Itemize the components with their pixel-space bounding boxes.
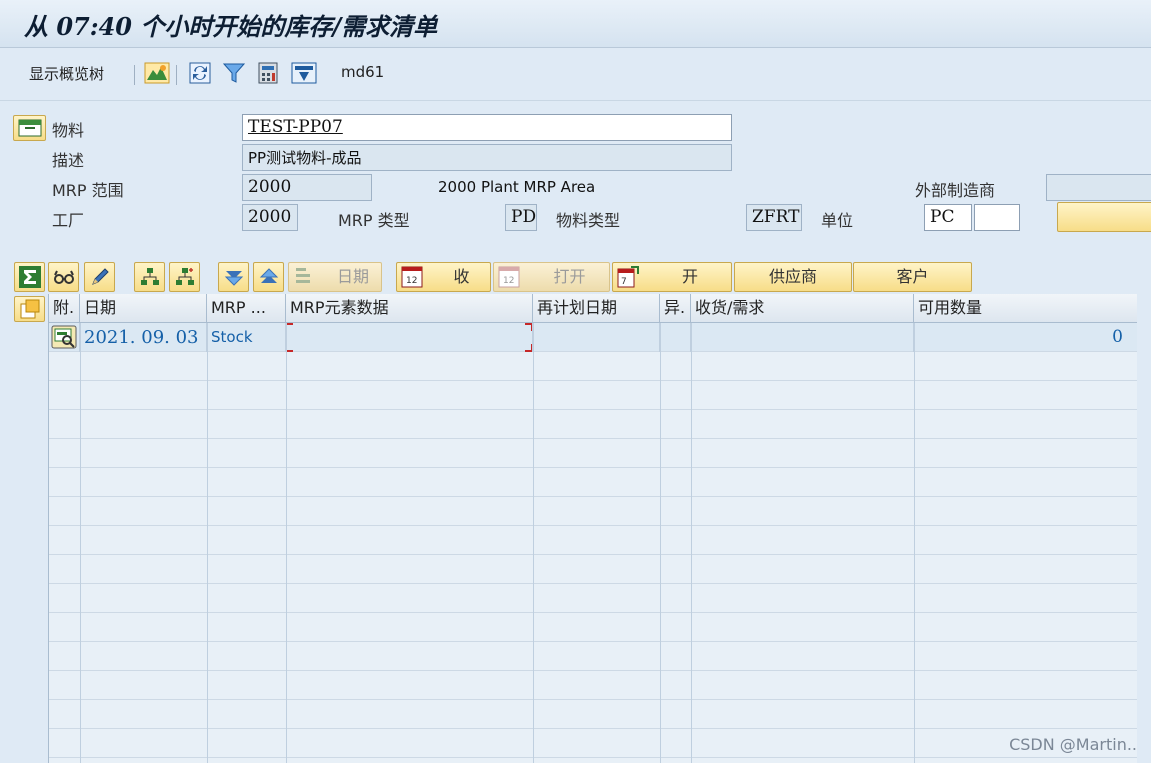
table-row [49, 671, 1137, 700]
material-type-field: ZFRT [746, 204, 802, 231]
table-row [49, 410, 1137, 439]
date-button[interactable]: 日期 [288, 262, 382, 292]
mrp-area-label: MRP 范围 [52, 181, 124, 200]
table-row [49, 468, 1137, 497]
open-disabled-button[interactable]: 12 打开 [493, 262, 610, 292]
column-divider [207, 323, 208, 763]
column-divider [533, 323, 534, 763]
plant-label: 工厂 [52, 211, 85, 230]
row-date: 2021. 09. 03 [80, 323, 207, 352]
header-extra-button[interactable] [1057, 202, 1151, 232]
detail-view-icon [51, 325, 77, 349]
vendor-button[interactable]: 供应商 [734, 262, 852, 292]
table-row [49, 555, 1137, 584]
overview-tree-button[interactable]: 显示概览树 [29, 63, 104, 84]
focus-indicator [286, 323, 532, 352]
row-mrp-element: Stock [207, 323, 286, 352]
table-row [49, 700, 1137, 729]
collapse-tree-icon[interactable] [169, 262, 200, 292]
column-divider [691, 323, 692, 763]
open-button-label: 开 [681, 267, 698, 286]
grid-config-button[interactable] [14, 296, 45, 322]
unit-field: PC [924, 204, 972, 231]
column-divider [660, 323, 661, 763]
unit-label: 单位 [821, 211, 854, 230]
table-row[interactable]: 2021. 09. 03 Stock 0 [49, 323, 1137, 352]
col-available-qty[interactable]: 可用数量 [914, 294, 1137, 323]
mrp-area-text: 2000 Plant MRP Area [438, 178, 596, 196]
col-exception[interactable]: 异. [660, 294, 691, 323]
refresh-icon[interactable] [188, 61, 212, 85]
row-element-data[interactable] [286, 323, 533, 352]
table-row [49, 584, 1137, 613]
sort-ascending-icon[interactable] [253, 262, 284, 292]
mrp-area-field: 2000 [242, 174, 372, 201]
vendor-button-label: 供应商 [768, 267, 817, 286]
plant-field: 2000 [242, 204, 298, 231]
col-receipt-requirement[interactable]: 收货/需求 [691, 294, 914, 323]
row-exception [660, 323, 691, 352]
sum-button[interactable] [14, 262, 45, 292]
material-field[interactable]: TEST-PP07 [242, 114, 732, 141]
table-row [49, 352, 1137, 381]
table-row [49, 642, 1137, 671]
expand-tree-icon[interactable] [134, 262, 165, 292]
customer-button-label: 客户 [896, 267, 929, 286]
table-row [49, 613, 1137, 642]
col-mrp-element[interactable]: MRP ... [207, 294, 286, 323]
grid-header: 附. 日期 MRP ... MRP元素数据 再计划日期 异. 收货/需求 可用数… [49, 294, 1137, 323]
toolbar-separator [134, 65, 135, 85]
external-manufacturer-field [1046, 174, 1151, 201]
col-reschedule-date[interactable]: 再计划日期 [533, 294, 660, 323]
pencil-icon[interactable] [84, 262, 115, 292]
row-detail-cell[interactable] [49, 323, 80, 352]
external-manufacturer-label: 外部制造商 [915, 181, 996, 200]
unit-extra-field [974, 204, 1020, 231]
transfer-icon[interactable] [291, 61, 317, 85]
calculator-icon[interactable] [256, 61, 280, 85]
open-disabled-button-label: 打开 [553, 267, 586, 286]
svg-text:7: 7 [621, 277, 627, 287]
table-row [49, 439, 1137, 468]
description-field: PP测试物料-成品 [242, 144, 732, 171]
customer-button[interactable]: 客户 [853, 262, 972, 292]
receipts-button[interactable]: 12 收 [396, 262, 491, 292]
sort-descending-icon[interactable] [218, 262, 249, 292]
watermark-text: CSDN @Martin.. [1009, 735, 1137, 754]
col-mrp-element-data[interactable]: MRP元素数据 [286, 294, 533, 323]
col-attachment[interactable]: 附. [49, 294, 80, 323]
glasses-icon[interactable] [48, 262, 79, 292]
table-row [49, 497, 1137, 526]
description-label: 描述 [52, 151, 85, 170]
material-type-label: 物料类型 [556, 211, 621, 230]
col-date[interactable]: 日期 [80, 294, 207, 323]
date-button-label: 日期 [336, 267, 369, 286]
overview-chart-icon[interactable] [144, 61, 170, 85]
table-row [49, 729, 1137, 758]
application-toolbar: 显示概览树 md61 [0, 49, 1151, 101]
title-bar: 从 07:40 个小时开始的库存/需求清单 [0, 0, 1151, 48]
window-title: 从 07:40 个小时开始的库存/需求清单 [24, 12, 438, 41]
material-label: 物料 [52, 121, 85, 140]
row-receipt-requirement [691, 323, 914, 352]
svg-text:12: 12 [406, 276, 417, 286]
transaction-code: md61 [341, 63, 385, 81]
filter-icon[interactable] [222, 61, 246, 85]
table-row [49, 526, 1137, 555]
mrp-type-label: MRP 类型 [338, 211, 410, 230]
svg-text:12: 12 [503, 276, 514, 286]
column-divider [914, 323, 915, 763]
receipts-button-label: 收 [453, 267, 470, 286]
mrp-type-field: PD [505, 204, 537, 231]
material-header-toggle-button[interactable] [13, 115, 46, 141]
mrp-list-grid: 附. 日期 MRP ... MRP元素数据 再计划日期 异. 收货/需求 可用数… [48, 294, 1137, 763]
open-button[interactable]: 7 开 [612, 262, 732, 292]
row-reschedule-date [533, 323, 660, 352]
column-divider [80, 323, 81, 763]
row-available-qty: 0 [914, 323, 1137, 352]
column-divider [286, 323, 287, 763]
table-row [49, 381, 1137, 410]
toolbar-separator [176, 65, 177, 85]
